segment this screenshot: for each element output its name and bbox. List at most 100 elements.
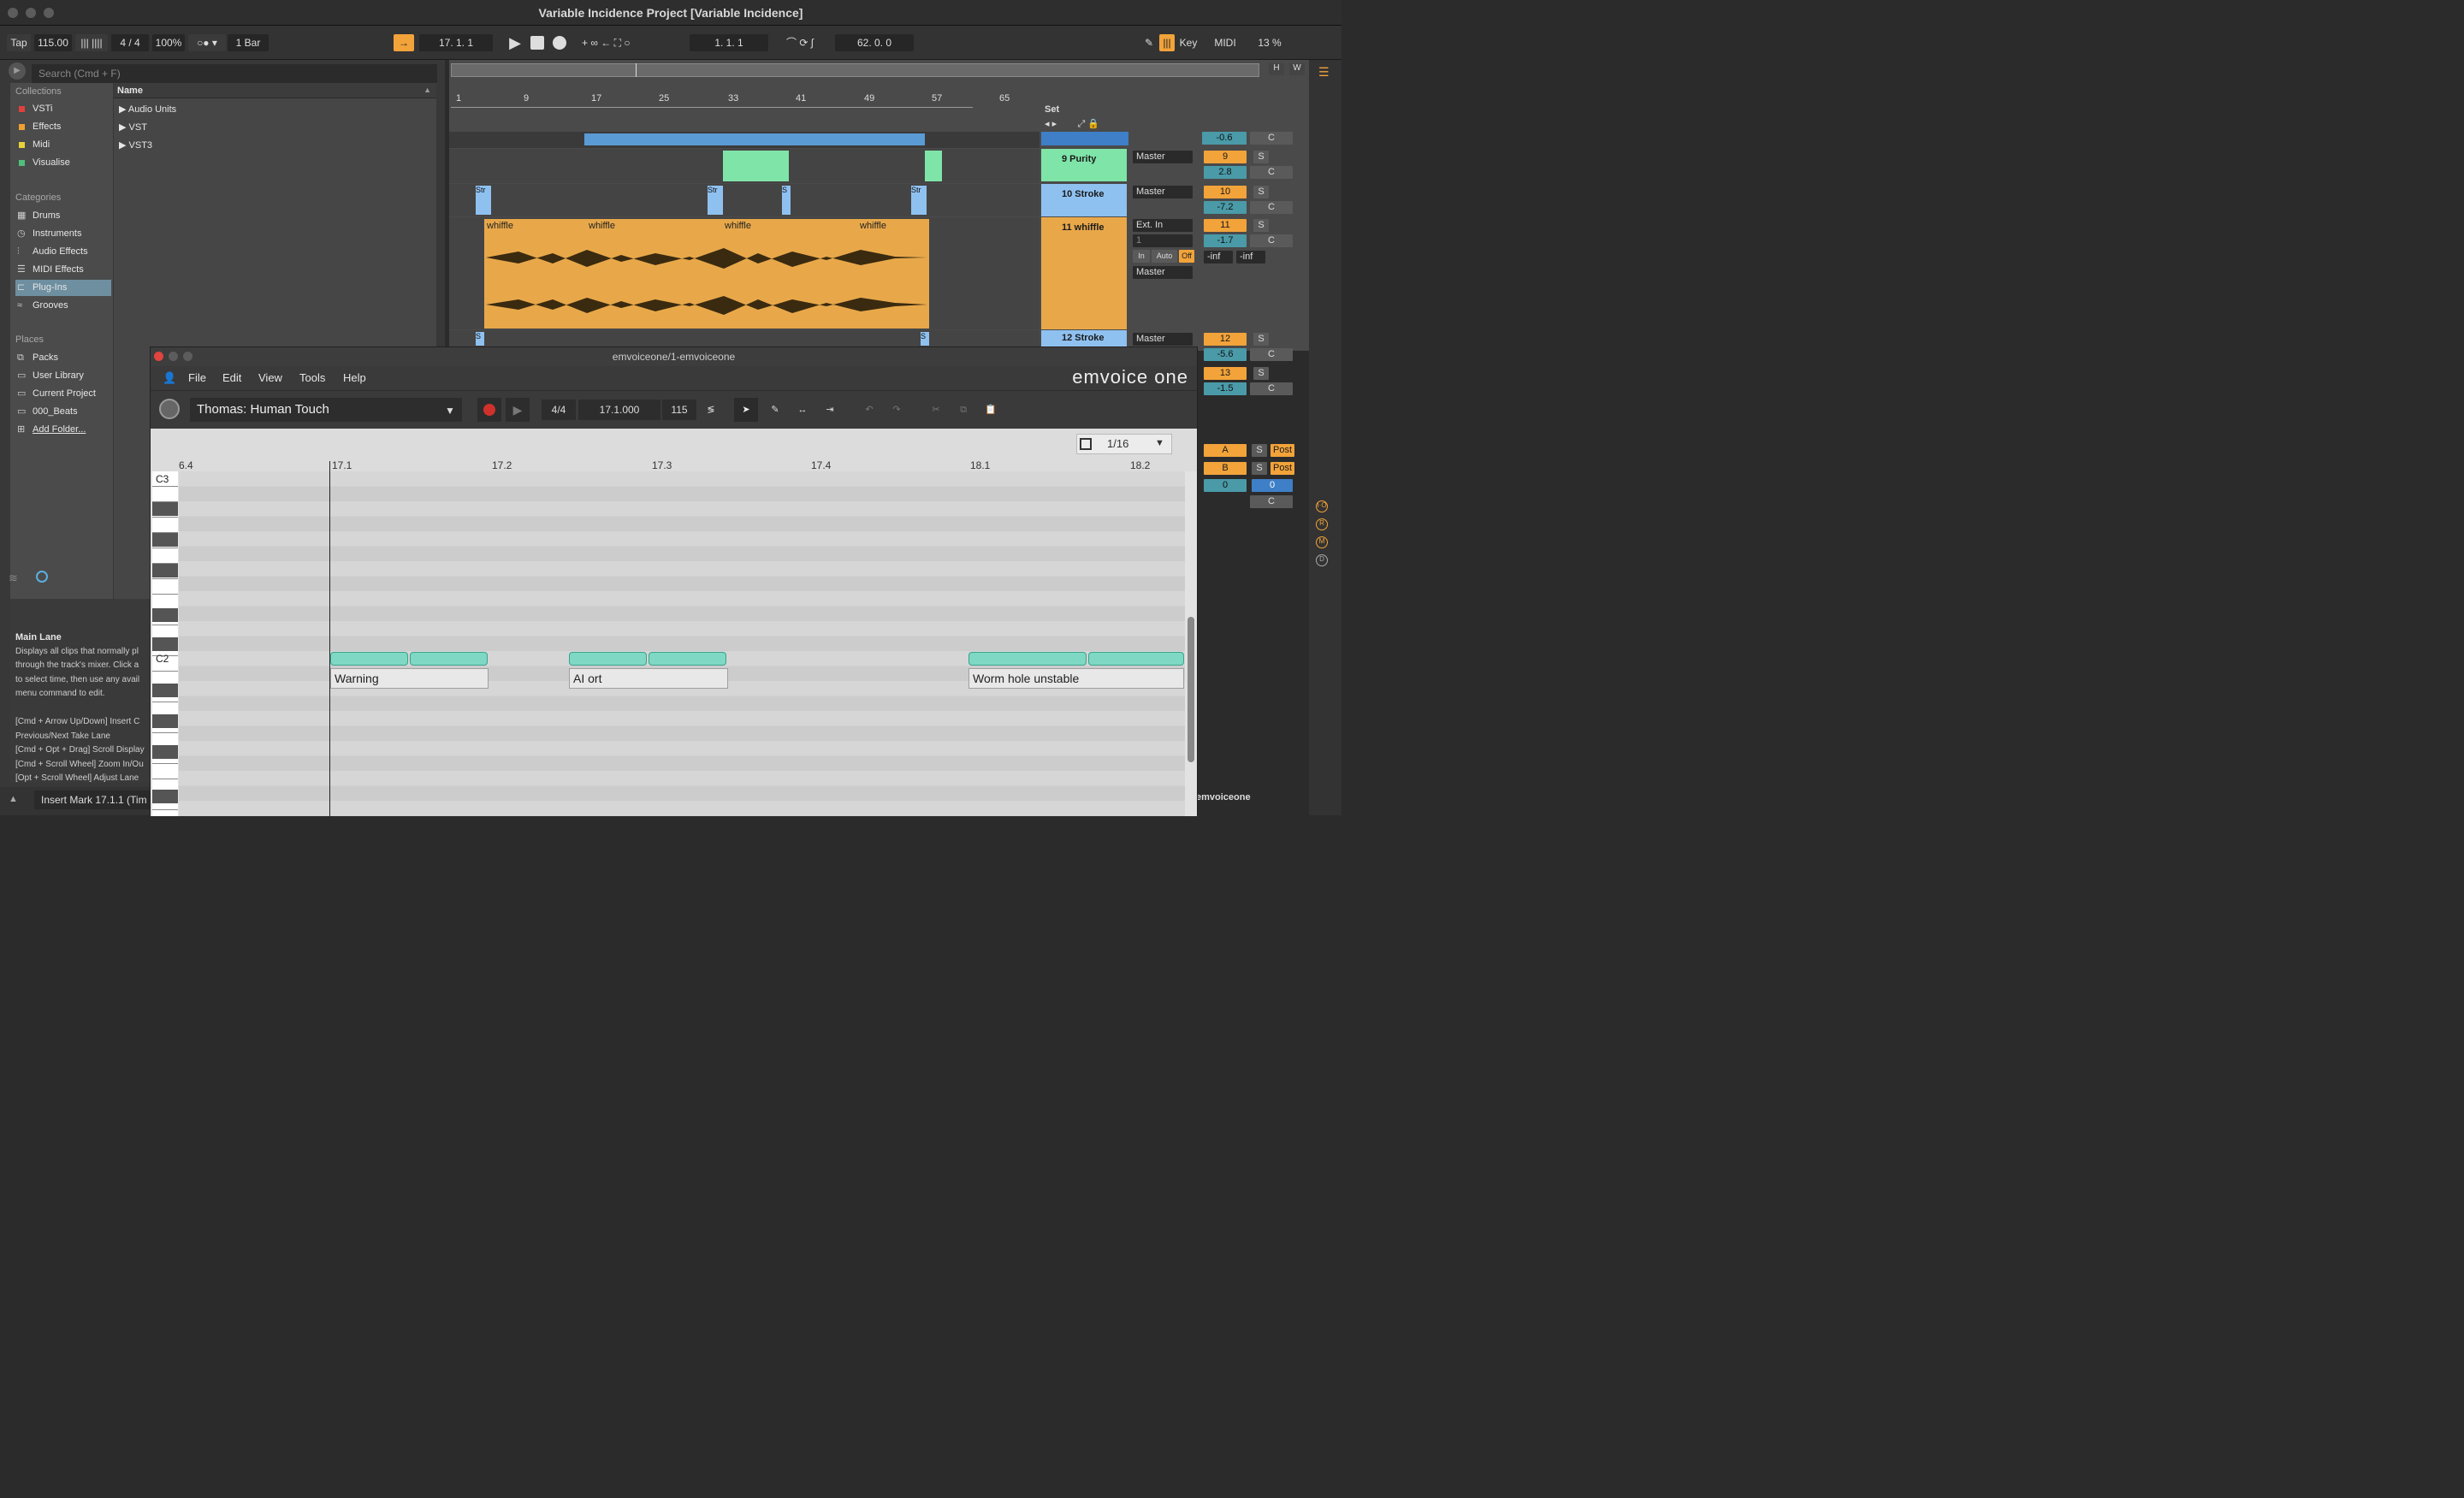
locator-nav-icon[interactable]: ◂ ▸ ⤢ 🔒 (1045, 118, 1130, 130)
track-11-number[interactable]: 11 (1204, 219, 1247, 232)
track-12-solo[interactable]: S (1253, 333, 1269, 346)
track-10-output[interactable]: Master (1133, 186, 1193, 198)
track-9-number[interactable]: 9 (1204, 151, 1247, 163)
track-10-volume[interactable]: -7.2 (1204, 201, 1247, 214)
user-icon[interactable]: 👤 (163, 371, 176, 385)
copy-icon[interactable]: ⧉ (951, 398, 975, 422)
browser-play-icon[interactable]: ▶ (9, 62, 26, 80)
plugin-close-button[interactable] (154, 352, 163, 361)
sort-icon[interactable]: ▲ (424, 86, 431, 94)
status-arrow-icon[interactable]: ▲ (9, 794, 18, 804)
track-10-stroke[interactable]: 10 Stroke (1041, 184, 1127, 216)
voice-select[interactable]: Thomas: Human Touch (190, 398, 462, 422)
note[interactable] (330, 652, 408, 666)
plugin-minimize-button[interactable] (169, 352, 178, 361)
menu-help[interactable]: Help (343, 371, 366, 384)
stroke-clip[interactable]: S (921, 332, 929, 346)
add-folder-link[interactable]: ⊞ Add Folder... (15, 422, 111, 438)
place-user-library[interactable]: ▭ User Library (15, 368, 111, 384)
track-9-solo[interactable]: S (1253, 151, 1269, 163)
record-button[interactable] (477, 398, 501, 422)
return-a-post[interactable]: Post (1270, 444, 1294, 457)
track-11-channel[interactable]: 1 (1133, 234, 1193, 247)
stroke-clip[interactable]: S (476, 332, 484, 346)
grid-size-select[interactable]: 1/16 (1107, 437, 1128, 450)
info-toggle-icon[interactable] (36, 571, 48, 583)
category-instruments[interactable]: ◷ Instruments (15, 226, 111, 242)
delay-icon[interactable]: D (1316, 554, 1328, 566)
stroke-clip[interactable]: S (782, 186, 791, 215)
track-13-number[interactable]: 13 (1204, 367, 1247, 380)
master-pan[interactable]: C (1250, 495, 1293, 508)
master-volume-a[interactable]: 0 (1204, 479, 1247, 492)
lyric-worm-hole[interactable]: Worm hole unstable (968, 668, 1184, 689)
track-9-purity[interactable]: 9 Purity (1041, 149, 1127, 181)
menu-view[interactable]: View (258, 371, 282, 384)
place-000-beats[interactable]: ▭ 000_Beats (15, 404, 111, 420)
mixer-icon[interactable]: M (1316, 536, 1328, 548)
w-button[interactable]: W (1289, 63, 1305, 75)
track-11-solo[interactable]: S (1253, 219, 1269, 232)
place-packs[interactable]: ⧉ Packs (15, 350, 111, 366)
paste-icon[interactable]: 📋 (979, 398, 1003, 422)
split-tool-icon[interactable]: ↔ (791, 398, 814, 422)
track-11-volume[interactable]: -1.7 (1204, 234, 1247, 247)
chevron-down-icon[interactable]: ▼ (1155, 438, 1164, 448)
category-audio-effects[interactable]: ⫶ Audio Effects (15, 244, 111, 260)
return-b-post[interactable]: Post (1270, 462, 1294, 475)
track-10-pan[interactable]: C (1250, 201, 1293, 214)
collection-visualise[interactable]: Visualise (15, 155, 111, 171)
power-icon[interactable] (159, 399, 180, 419)
menu-icon[interactable]: ☰ (1318, 65, 1332, 79)
category-drums[interactable]: ▦ Drums (15, 208, 111, 224)
monitor-off[interactable]: Off (1179, 250, 1194, 263)
zoom-field[interactable]: 100% (152, 34, 185, 51)
track-10-number[interactable]: 10 (1204, 186, 1247, 198)
return-b[interactable]: B (1204, 462, 1247, 475)
track-9-output[interactable]: Master (1133, 151, 1193, 163)
undo-icon[interactable]: ↶ (857, 398, 881, 422)
record-icon[interactable] (553, 36, 566, 50)
track-11-whiffle[interactable]: 11 whiffle (1041, 217, 1127, 329)
search-input[interactable]: Search (Cmd + F) (32, 64, 437, 83)
pencil-icon[interactable]: ✎ (1140, 34, 1158, 51)
purity-clip[interactable] (723, 151, 789, 181)
position-field[interactable]: 17. 1. 1 (419, 34, 493, 51)
track-11-output[interactable]: Master (1133, 266, 1193, 279)
stroke-clip[interactable]: Str (476, 186, 491, 215)
set-button[interactable]: Set (1045, 104, 1070, 116)
loop-length-field[interactable]: 62. 0. 0 (835, 34, 914, 51)
track-13-solo[interactable]: S (1253, 367, 1269, 380)
collection-effects[interactable]: Effects (15, 119, 111, 135)
menu-tools[interactable]: Tools (299, 371, 325, 384)
collection-vsti[interactable]: VSTi (15, 101, 111, 117)
tap-button[interactable]: Tap (7, 34, 31, 51)
midi-map-button[interactable]: MIDI (1211, 34, 1239, 51)
return-a-solo[interactable]: S (1252, 444, 1267, 457)
time-signature-field[interactable]: 4 / 4 (111, 34, 149, 51)
loop-start-field[interactable]: 1. 1. 1 (690, 34, 768, 51)
note[interactable] (1088, 652, 1184, 666)
plugin-signature[interactable]: 4/4 (542, 400, 576, 420)
track-10-solo[interactable]: S (1253, 186, 1269, 198)
track-9-volume[interactable]: 2.8 (1204, 166, 1247, 179)
vertical-scrollbar[interactable] (1188, 617, 1194, 762)
category-midi-effects[interactable]: ☰ MIDI Effects (15, 262, 111, 278)
category-plug-ins[interactable]: ⊏ Plug-Ins (15, 280, 111, 296)
piano-roll[interactable]: 1/16 ▼ 6.4 17.1 17.2 17.3 17.4 18.1 18.2… (151, 429, 1197, 816)
top-volume[interactable]: -0.6 (1202, 132, 1247, 145)
returns-icon[interactable]: R (1316, 518, 1328, 530)
midi-clip-top[interactable] (584, 133, 925, 145)
tree-audio-units[interactable]: ▶ Audio Units (119, 104, 176, 115)
tree-vst3[interactable]: ▶ VST3 (119, 139, 152, 151)
whiffle-audio-clip[interactable] (484, 219, 929, 329)
sync-icon[interactable]: ≶ (698, 400, 724, 420)
note[interactable] (410, 652, 488, 666)
plugin-zoom-button[interactable] (183, 352, 192, 361)
track-9-pan[interactable]: C (1250, 166, 1293, 179)
lyric-ai-ort[interactable]: AI ort (569, 668, 728, 689)
place-current-project[interactable]: ▭ Current Project (15, 386, 111, 402)
loop-icon[interactable]: ⌒ ⟳ ∫ (770, 34, 830, 51)
keyboard-icon[interactable]: ||| (1159, 34, 1175, 51)
track-11-pan[interactable]: C (1250, 234, 1293, 247)
